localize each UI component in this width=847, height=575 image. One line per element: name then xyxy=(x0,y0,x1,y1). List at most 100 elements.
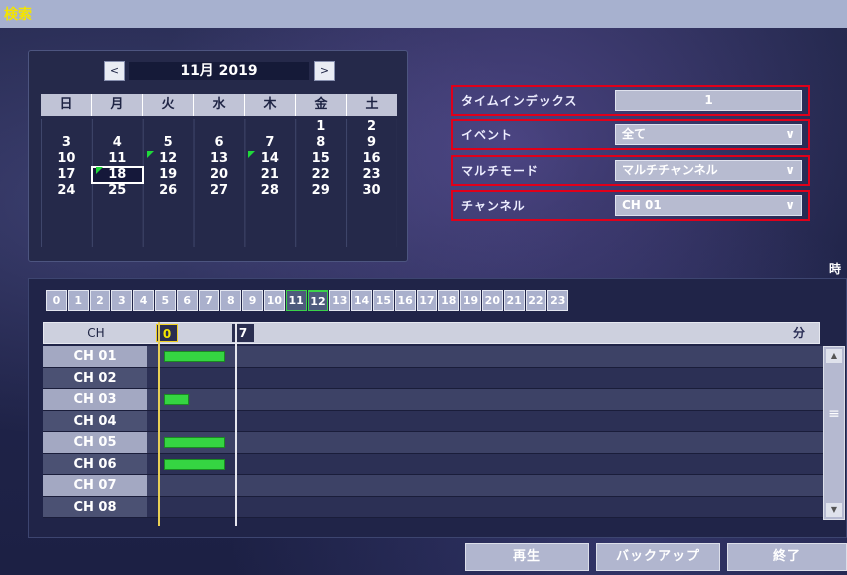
hour-button[interactable]: 16 xyxy=(394,290,416,311)
calendar-day[interactable]: 16 xyxy=(346,151,397,167)
calendar-day-selected[interactable]: 18 xyxy=(90,166,144,184)
chevron-down-icon: ∨ xyxy=(785,198,795,212)
calendar-day-grid: 1 2 3 4 5 6 7 8 9 10 11 12 13 14 15 16 17 18 19 20 21 22 23 24 2… xyxy=(41,119,397,215)
channel-track[interactable] xyxy=(147,410,823,431)
calendar-day[interactable]: 3 xyxy=(41,135,92,151)
hour-button[interactable]: 22 xyxy=(525,290,547,311)
hour-button[interactable]: 12 xyxy=(307,290,329,311)
calendar-empty-cell xyxy=(92,199,143,215)
exit-button[interactable]: 終了 xyxy=(727,543,847,571)
calendar-day[interactable]: 9 xyxy=(346,135,397,151)
time-index-input[interactable]: 1 xyxy=(615,90,802,111)
channel-row[interactable]: CH 01 xyxy=(43,346,823,368)
channel-row[interactable]: CH 02 xyxy=(43,367,823,389)
hour-button[interactable]: 7 xyxy=(198,290,220,311)
calendar-empty-cell xyxy=(194,119,245,135)
hour-button[interactable]: 23 xyxy=(547,290,569,311)
backup-button[interactable]: バックアップ xyxy=(596,543,720,571)
hour-button[interactable]: 2 xyxy=(89,290,111,311)
calendar-day[interactable]: 24 xyxy=(41,183,92,199)
calendar-day[interactable]: 15 xyxy=(295,151,346,167)
channel-row[interactable]: CH 08 xyxy=(43,496,823,518)
scroll-up-icon[interactable]: ▲ xyxy=(826,349,842,363)
prev-month-button[interactable]: < xyxy=(104,61,125,81)
channel-track[interactable] xyxy=(147,389,823,410)
calendar-day[interactable]: 1 xyxy=(295,119,346,135)
hour-button[interactable]: 8 xyxy=(220,290,242,311)
hour-button[interactable]: 19 xyxy=(460,290,481,311)
channel-track[interactable] xyxy=(147,453,823,474)
channel-scrollbar[interactable]: ▲ ≡ ▼ xyxy=(823,346,845,520)
next-month-button[interactable]: > xyxy=(314,61,335,81)
calendar-day[interactable]: 7 xyxy=(244,135,295,151)
calendar-day[interactable]: 12 xyxy=(143,151,194,167)
hour-button[interactable]: 14 xyxy=(351,290,372,311)
channel-track[interactable] xyxy=(147,367,823,388)
calendar-day[interactable]: 8 xyxy=(295,135,346,151)
multi-mode-select[interactable]: マルチチャンネル ∨ xyxy=(615,160,802,181)
calendar-day[interactable]: 21 xyxy=(244,167,295,183)
hour-button[interactable]: 6 xyxy=(176,290,198,311)
weekday-label: 木 xyxy=(245,94,296,116)
hour-button[interactable]: 5 xyxy=(154,290,176,311)
calendar-day[interactable]: 22 xyxy=(295,167,346,183)
cursor-end-line[interactable] xyxy=(235,322,237,526)
hour-button[interactable]: 21 xyxy=(503,290,525,311)
calendar-panel: < 11月 2019 > 日月火水木金土 1 2 3 4 5 6 7 8 9 10 11 12 13 14… xyxy=(28,50,408,262)
multi-mode-row: マルチモード マルチチャンネル ∨ xyxy=(451,155,810,186)
hour-button[interactable]: 4 xyxy=(133,290,154,311)
calendar-day[interactable]: 5 xyxy=(143,135,194,151)
hour-button[interactable]: 10 xyxy=(263,290,285,311)
channel-select[interactable]: CH 01 ∨ xyxy=(615,195,802,216)
calendar-day[interactable]: 25 xyxy=(92,183,143,199)
calendar-day[interactable]: 13 xyxy=(194,151,245,167)
time-index-label: タイムインデックス xyxy=(461,94,578,108)
calendar-day[interactable]: 4 xyxy=(92,135,143,151)
calendar-day[interactable]: 30 xyxy=(346,183,397,199)
calendar-day[interactable]: 26 xyxy=(143,183,194,199)
channel-track[interactable] xyxy=(147,496,823,517)
calendar-day[interactable]: 28 xyxy=(244,183,295,199)
calendar-day[interactable]: 2 xyxy=(346,119,397,135)
channel-row[interactable]: CH 03 xyxy=(43,389,823,411)
hour-button[interactable]: 20 xyxy=(481,290,503,311)
channel-row: チャンネル CH 01 ∨ xyxy=(451,190,810,221)
channel-row-label: CH 06 xyxy=(43,453,147,474)
window-title: 検索 xyxy=(4,7,32,23)
hour-button[interactable]: 3 xyxy=(111,290,133,311)
hour-button[interactable]: 11 xyxy=(285,290,307,311)
calendar-day[interactable]: 17 xyxy=(41,167,92,183)
calendar-day[interactable]: 10 xyxy=(41,151,92,167)
calendar-day[interactable]: 19 xyxy=(143,167,194,183)
event-select[interactable]: 全て ∨ xyxy=(615,124,802,145)
calendar-day[interactable]: 29 xyxy=(295,183,346,199)
weekday-label: 土 xyxy=(365,97,379,112)
channel-track[interactable] xyxy=(147,432,823,453)
hour-button[interactable]: 13 xyxy=(329,290,351,311)
channel-track[interactable] xyxy=(147,346,823,367)
calendar-empty-cell xyxy=(194,199,245,215)
cursor-start-line[interactable] xyxy=(158,322,160,526)
recording-bar xyxy=(164,351,226,362)
hour-button[interactable]: 9 xyxy=(242,290,263,311)
channel-row[interactable]: CH 07 xyxy=(43,475,823,497)
channel-track[interactable] xyxy=(147,475,823,496)
calendar-day[interactable]: 14 xyxy=(244,151,295,167)
scroll-thumb[interactable]: ≡ xyxy=(826,399,842,429)
hour-button[interactable]: 15 xyxy=(372,290,394,311)
calendar-day[interactable]: 23 xyxy=(346,167,397,183)
play-button[interactable]: 再生 xyxy=(465,543,589,571)
calendar-day[interactable]: 20 xyxy=(194,167,245,183)
scroll-down-icon[interactable]: ▼ xyxy=(826,503,842,517)
channel-row[interactable]: CH 06 xyxy=(43,453,823,475)
channel-row[interactable]: CH 04 xyxy=(43,410,823,432)
hour-button[interactable]: 0 xyxy=(46,290,67,311)
hour-button[interactable]: 1 xyxy=(67,290,89,311)
calendar-empty-cell xyxy=(295,199,346,215)
hour-button[interactable]: 18 xyxy=(438,290,460,311)
calendar-day[interactable]: 6 xyxy=(194,135,245,151)
hour-button[interactable]: 17 xyxy=(416,290,438,311)
calendar-day[interactable]: 27 xyxy=(194,183,245,199)
calendar-day[interactable]: 11 xyxy=(92,151,143,167)
channel-row[interactable]: CH 05 xyxy=(43,432,823,454)
